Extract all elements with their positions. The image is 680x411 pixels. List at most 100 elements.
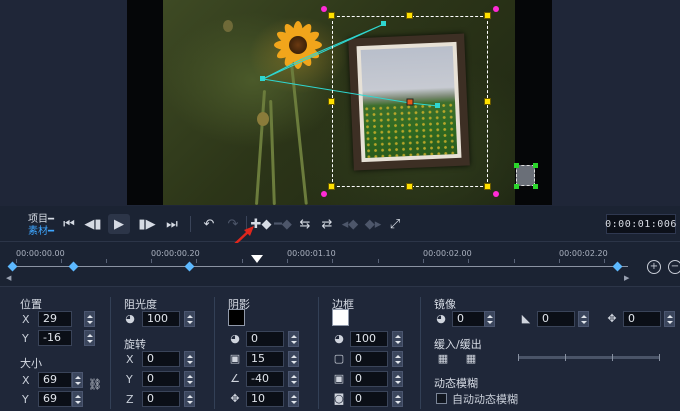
keyframe-track[interactable] bbox=[8, 266, 628, 267]
project-mode-label[interactable]: 项目 bbox=[28, 214, 48, 225]
border-blur-icon: ▣ bbox=[333, 372, 345, 385]
reverse-keyframes-button[interactable]: ⇆ bbox=[294, 214, 316, 234]
border-blur-input[interactable]: 0 bbox=[350, 371, 388, 387]
position-x-label: X bbox=[22, 313, 30, 326]
position-x-stepper[interactable] bbox=[84, 311, 95, 327]
shadow-blur-input[interactable]: 15 bbox=[246, 351, 284, 367]
border-opacity-stepper[interactable] bbox=[392, 331, 403, 347]
shadow-distance-stepper[interactable] bbox=[288, 391, 299, 407]
size-x-stepper[interactable] bbox=[72, 372, 83, 388]
border-blur-stepper[interactable] bbox=[392, 371, 403, 387]
resize-handle[interactable] bbox=[406, 183, 413, 190]
resize-handle[interactable] bbox=[484, 12, 491, 19]
swap-keyframes-button[interactable]: ⇄ bbox=[316, 214, 338, 234]
mirror-offset-stepper[interactable] bbox=[664, 311, 675, 327]
zoom-in-icon[interactable]: + bbox=[647, 260, 661, 274]
next-keyframe-button[interactable]: ◆▸ bbox=[362, 214, 384, 234]
go-to-end-button[interactable]: ⏭ bbox=[161, 214, 183, 234]
size-x-input[interactable]: 69 bbox=[38, 372, 72, 388]
resize-handle[interactable] bbox=[328, 98, 335, 105]
keyframe-marker[interactable] bbox=[612, 261, 623, 272]
fit-keyframe-button[interactable]: ⤢ bbox=[384, 214, 406, 234]
thumbnail-handle[interactable] bbox=[514, 163, 519, 168]
fade-in-icon[interactable]: ▦ bbox=[437, 353, 449, 365]
distort-handle[interactable] bbox=[321, 191, 327, 197]
size-y-input[interactable]: 69 bbox=[38, 391, 72, 407]
step-back-icon: ◀▮ bbox=[84, 216, 102, 232]
rotation-z-stepper[interactable] bbox=[184, 391, 195, 407]
undo-button[interactable]: ↶ bbox=[198, 214, 220, 234]
keyframe-marker[interactable] bbox=[7, 261, 18, 272]
timeline-scrollbar[interactable]: ◀ ▶ bbox=[6, 274, 629, 282]
thumbnail-handle[interactable] bbox=[533, 163, 538, 168]
fade-slider[interactable] bbox=[518, 354, 660, 361]
keyframe-marker[interactable] bbox=[184, 261, 195, 272]
mode-switch[interactable]: 项目━ 素材━ bbox=[28, 214, 54, 238]
auto-motion-blur-checkbox[interactable] bbox=[436, 393, 447, 404]
shadow-angle-input[interactable]: -40 bbox=[246, 371, 284, 387]
tick-label: 00:00:02.20 bbox=[559, 249, 608, 258]
auto-motion-blur-label: 自动动态模糊 bbox=[452, 393, 518, 406]
shadow-opacity-stepper[interactable] bbox=[288, 331, 299, 347]
resize-handle[interactable] bbox=[328, 12, 335, 19]
position-y-input[interactable]: -16 bbox=[38, 330, 72, 346]
opacity-stepper[interactable] bbox=[184, 311, 195, 327]
resize-handle[interactable] bbox=[406, 12, 413, 19]
resize-handle[interactable] bbox=[484, 183, 491, 190]
border-width-input[interactable]: 0 bbox=[350, 351, 388, 367]
mirror-tilt-stepper[interactable] bbox=[578, 311, 589, 327]
position-x-input[interactable]: 29 bbox=[38, 311, 72, 327]
play-button[interactable]: ▶ bbox=[108, 214, 130, 234]
playhead[interactable] bbox=[251, 255, 263, 265]
fade-out-icon[interactable]: ▦ bbox=[465, 353, 477, 365]
border-inner-stepper[interactable] bbox=[392, 391, 403, 407]
shadow-color-swatch[interactable] bbox=[228, 309, 245, 326]
distort-handle[interactable] bbox=[493, 191, 499, 197]
keyframe-marker[interactable] bbox=[68, 261, 79, 272]
distort-handle[interactable] bbox=[493, 6, 499, 12]
shadow-angle-stepper[interactable] bbox=[288, 371, 299, 387]
mirror-tilt-input[interactable]: 0 bbox=[537, 311, 575, 327]
thumbnail-handle[interactable] bbox=[514, 184, 519, 189]
border-inner-input[interactable]: 0 bbox=[350, 391, 388, 407]
motion-blur-title: 动态模糊 bbox=[434, 377, 478, 390]
previous-keyframe-button[interactable]: ◂◆ bbox=[339, 214, 361, 234]
shadow-opacity-input[interactable]: 0 bbox=[246, 331, 284, 347]
path-node[interactable] bbox=[260, 76, 265, 81]
undo-icon: ↶ bbox=[203, 216, 215, 232]
resize-handle[interactable] bbox=[328, 183, 335, 190]
mirror-opacity-stepper[interactable] bbox=[484, 311, 495, 327]
rotation-x-stepper[interactable] bbox=[184, 351, 195, 367]
distort-handle[interactable] bbox=[321, 6, 327, 12]
resize-handle[interactable] bbox=[484, 98, 491, 105]
keyframe-timeline[interactable]: 00:00:00.00 00:00:00.20 00:00:01.10 00:0… bbox=[0, 243, 680, 283]
section-divider bbox=[318, 297, 319, 409]
selection-box[interactable] bbox=[332, 16, 488, 187]
shadow-blur-stepper[interactable] bbox=[288, 351, 299, 367]
thumbnail-handle[interactable] bbox=[533, 184, 538, 189]
timecode-display[interactable]: 0:00:01:006 bbox=[605, 214, 676, 234]
border-width-stepper[interactable] bbox=[392, 351, 403, 367]
border-opacity-icon: ◕ bbox=[334, 332, 344, 345]
rotation-y-stepper[interactable] bbox=[184, 371, 195, 387]
clip-mode-label[interactable]: 素材 bbox=[28, 226, 48, 237]
tick-label: 00:00:00.00 bbox=[16, 249, 65, 258]
offscreen-clip-thumbnail[interactable] bbox=[516, 165, 535, 186]
zoom-out-icon[interactable]: − bbox=[668, 260, 680, 274]
position-y-stepper[interactable] bbox=[84, 330, 95, 346]
rotation-y-label: Y bbox=[126, 373, 133, 386]
size-y-stepper[interactable] bbox=[72, 391, 83, 407]
mirror-offset-input[interactable]: 0 bbox=[623, 311, 661, 327]
go-to-start-button[interactable]: ⏮ bbox=[58, 214, 80, 234]
rotation-z-input[interactable]: 0 bbox=[142, 391, 180, 407]
rotation-y-input[interactable]: 0 bbox=[142, 371, 180, 387]
next-frame-button[interactable]: ▮▶ bbox=[136, 214, 158, 234]
opacity-input[interactable]: 100 bbox=[142, 311, 180, 327]
rotation-x-input[interactable]: 0 bbox=[142, 351, 180, 367]
remove-keyframe-button[interactable]: ━◆ bbox=[272, 214, 294, 234]
previous-frame-button[interactable]: ◀▮ bbox=[82, 214, 104, 234]
shadow-distance-input[interactable]: 10 bbox=[246, 391, 284, 407]
border-opacity-input[interactable]: 100 bbox=[350, 331, 388, 347]
link-aspect-icon[interactable]: ⛓ bbox=[88, 379, 102, 391]
border-color-swatch[interactable] bbox=[332, 309, 349, 326]
